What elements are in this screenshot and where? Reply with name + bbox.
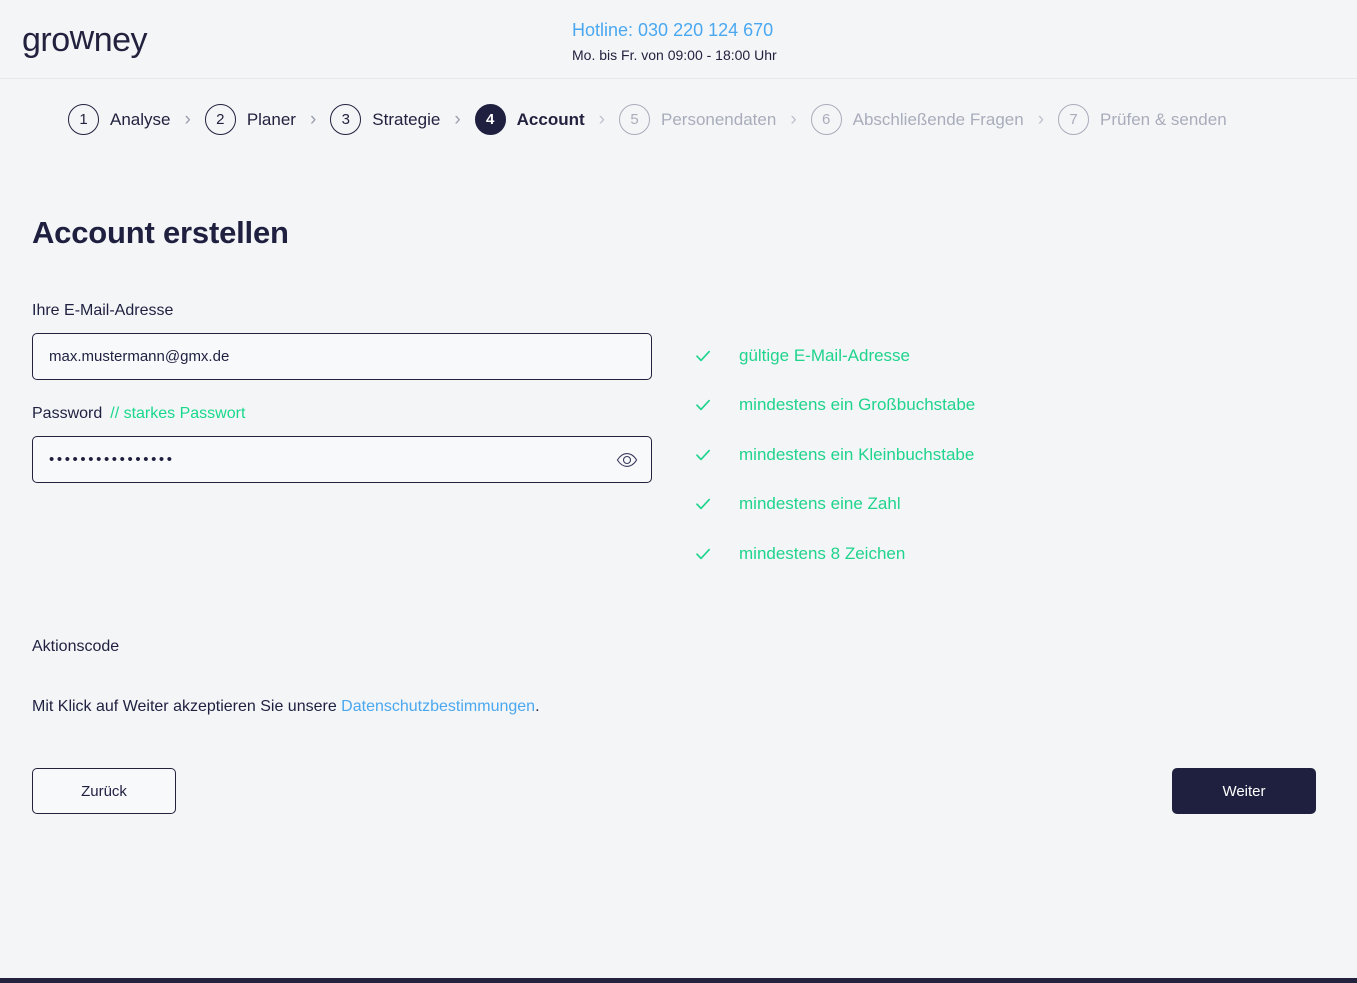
step-label: Account	[516, 109, 585, 129]
page-title: Account erstellen	[32, 215, 289, 250]
requirement-label: gültige E-Mail-Adresse	[739, 345, 911, 365]
step-separator: ›	[184, 109, 191, 130]
step-separator: ›	[454, 109, 461, 130]
requirement-row: mindestens ein Kleinbuchstabe	[695, 430, 1115, 480]
check-icon	[696, 350, 711, 361]
step-number-badge: 5	[618, 104, 650, 135]
password-label: Password // starkes Passwort	[32, 403, 652, 425]
step-separator: ›	[1037, 109, 1045, 130]
email-label: Ihre E-Mail-Adresse	[32, 302, 174, 319]
site-header: gro w ney Hotline: 030 220 124 670 Mo. bis…	[0, 0, 1357, 79]
step-separator: ›	[309, 109, 317, 130]
password-input-wrap: ••••••••••••••••	[32, 436, 652, 483]
password-field-group: Password // starkes Passwort ••••••••••••…	[32, 403, 652, 483]
stepper-item-abschlie-ende-fragen[interactable]: 6 Abschließende Fragen	[810, 104, 1024, 135]
step-label: Strategie	[372, 109, 441, 129]
privacy-text-after: .	[535, 698, 540, 715]
logo-text-after: ney	[93, 21, 148, 59]
check-icon	[696, 499, 711, 510]
stepper-item-account[interactable]: 4 Account	[474, 104, 585, 135]
privacy-policy-link[interactable]: Datenschutzbestimmungen	[341, 698, 535, 715]
password-input[interactable]: ••••••••••••••••	[32, 436, 652, 483]
step-number-badge: 6	[810, 104, 842, 135]
stepper-item-analyse[interactable]: 1 Analyse	[68, 104, 170, 135]
requirement-row: gültige E-Mail-Adresse	[695, 331, 1115, 381]
check-icon	[696, 449, 711, 460]
step-label: Analyse	[110, 109, 171, 129]
logo-text-w: w	[69, 19, 95, 57]
check-icon	[696, 548, 711, 559]
requirement-row: mindestens 8 Zeichen	[695, 529, 1115, 579]
toggle-password-visibility-button[interactable]	[612, 447, 642, 473]
aktionscode-toggle[interactable]: Aktionscode	[32, 638, 119, 656]
logo-text-before: gro	[22, 21, 70, 59]
back-button[interactable]: Zurück	[32, 768, 176, 814]
next-button[interactable]: Weiter	[1172, 768, 1316, 814]
requirement-label: mindestens ein Kleinbuchstabe	[739, 444, 975, 464]
step-label: Planer	[246, 109, 296, 129]
step-number-badge: 3	[330, 104, 362, 135]
step-label: Prüfen & senden	[1100, 109, 1227, 129]
growney-logo[interactable]: gro w ney	[22, 18, 148, 62]
requirement-label: mindestens ein Großbuchstabe	[739, 395, 976, 415]
stepper-item-planer[interactable]: 2 Planer	[204, 104, 296, 135]
step-separator: ›	[790, 109, 797, 130]
step-number-badge: 4	[474, 104, 506, 135]
step-number-badge: 2	[204, 104, 236, 135]
hotline-hours: Mo. bis Fr. von 09:00 - 18:00 Uhr	[572, 47, 777, 63]
requirement-row: mindestens eine Zahl	[695, 480, 1115, 530]
privacy-text-before: Mit Klick auf Weiter akzeptieren Sie uns…	[32, 698, 342, 715]
hotline-block: Hotline: 030 220 124 670 Mo. bis Fr. von…	[572, 18, 777, 65]
check-icon	[696, 400, 711, 411]
step-separator: ›	[598, 109, 605, 130]
hotline-phone-link[interactable]: Hotline: 030 220 124 670	[572, 18, 777, 42]
step-label: Abschließende Fragen	[852, 109, 1024, 129]
requirement-label: mindestens 8 Zeichen	[739, 543, 906, 563]
footer-bar	[0, 978, 1357, 983]
email-field-group: Ihre E-Mail-Adresse	[32, 300, 652, 380]
stepper-item-personendaten[interactable]: 5 Personendaten	[618, 104, 777, 135]
password-requirements-list: gültige E-Mail-Adresse mindestens ein Gro…	[695, 331, 1115, 579]
password-strength-hint: // starkes Passwort	[110, 405, 246, 422]
password-label-text: Password	[32, 405, 103, 422]
account-form: Ihre E-Mail-Adresse Password // starkes P…	[32, 300, 652, 483]
step-label: Personendaten	[660, 109, 777, 129]
stepper-item-pr-fen-senden[interactable]: 7 Prüfen & senden	[1058, 104, 1227, 135]
page-root: gro w ney Hotline: 030 220 124 670 Mo. bis…	[0, 0, 1357, 983]
stepper-item-strategie[interactable]: 3 Strategie	[330, 104, 440, 135]
eye-icon	[616, 452, 638, 467]
step-number-badge: 7	[1058, 104, 1090, 135]
requirement-label: mindestens eine Zahl	[739, 494, 901, 514]
step-number-badge: 1	[68, 104, 99, 135]
privacy-notice: Mit Klick auf Weiter akzeptieren Sie uns…	[32, 696, 540, 718]
email-input[interactable]	[32, 333, 652, 380]
progress-stepper: 1 Analyse › 2 Planer › 3 Strategie › 4 Account › 5 Pe…	[68, 104, 1227, 135]
requirement-row: mindestens ein Großbuchstabe	[695, 381, 1115, 431]
